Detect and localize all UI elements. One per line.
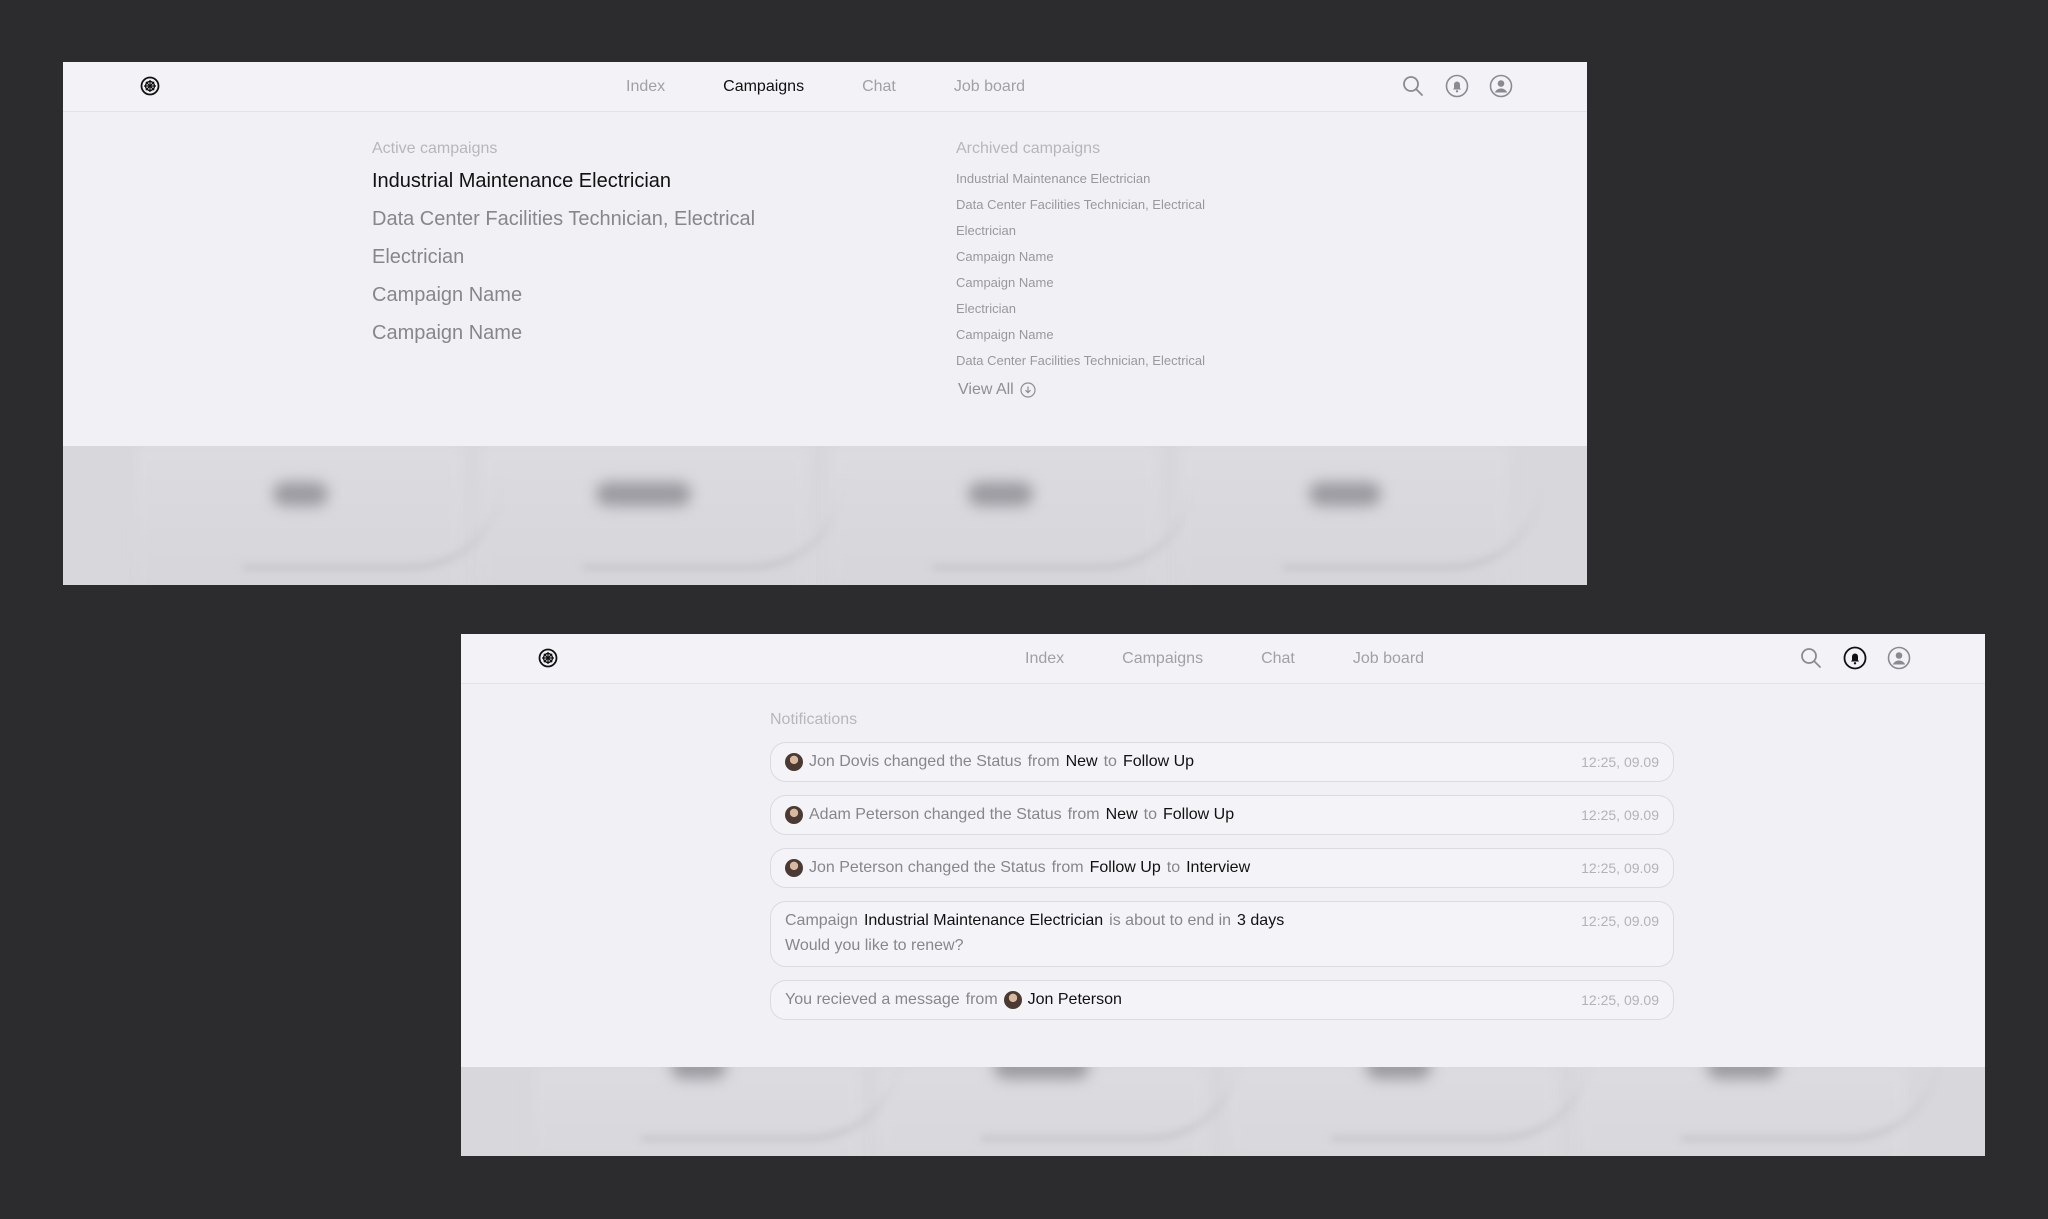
nav-index[interactable]: Index — [626, 78, 665, 96]
status-new: Follow Up — [1162, 806, 1235, 823]
notification-item[interactable]: Jon Peterson changed the Status from Fol… — [770, 848, 1674, 888]
archived-campaign-item[interactable]: Campaign Name — [956, 248, 1205, 274]
status-old: New — [1065, 753, 1098, 770]
nav-index[interactable]: Index — [1025, 650, 1064, 668]
active-campaign-item[interactable]: Campaign Name — [372, 320, 755, 358]
notifications-window: Index Campaigns Chat Job board Notificat… — [461, 634, 1985, 1156]
archived-campaign-item[interactable]: Campaign Name — [956, 326, 1205, 352]
archived-campaign-item[interactable]: Electrician — [956, 222, 1205, 248]
status-old: New — [1105, 806, 1138, 823]
notification-text: from — [1051, 859, 1084, 876]
notification-text: Adam Peterson changed the Status — [809, 806, 1062, 823]
notification-time: 12:25, 09.09 — [1581, 992, 1659, 1008]
user-icon[interactable] — [1887, 646, 1911, 670]
nav-chat[interactable]: Chat — [1261, 650, 1295, 668]
active-campaign-item[interactable]: Industrial Maintenance Electrician — [372, 168, 755, 206]
nav-campaigns[interactable]: Campaigns — [1122, 650, 1203, 668]
active-campaign-item[interactable]: Electrician — [372, 244, 755, 282]
notification-text: to — [1103, 753, 1117, 770]
nav-job-board[interactable]: Job board — [1353, 650, 1424, 668]
status-old: Follow Up — [1089, 859, 1161, 876]
notification-text: from — [1027, 753, 1060, 770]
days-remaining: 3 days — [1237, 912, 1285, 929]
bell-icon[interactable] — [1445, 74, 1469, 98]
notification-text: You recieved a message — [785, 991, 960, 1008]
notification-text: from — [1067, 806, 1100, 823]
active-campaign-item[interactable]: Data Center Facilities Technician, Elect… — [372, 206, 755, 244]
bell-icon[interactable] — [1843, 646, 1867, 670]
main-nav: Index Campaigns Chat Job board — [626, 62, 1083, 111]
header-icons — [1799, 646, 1911, 670]
notifications-title: Notifications — [770, 711, 858, 728]
status-new: Interview — [1186, 859, 1251, 876]
search-icon[interactable] — [1401, 74, 1425, 98]
notification-text: to — [1143, 806, 1157, 823]
notification-time: 12:25, 09.09 — [1581, 913, 1659, 929]
main-nav: Index Campaigns Chat Job board — [1025, 634, 1482, 683]
top-bar: Index Campaigns Chat Job board — [461, 634, 1985, 684]
avatar — [785, 753, 803, 771]
notification-time: 12:25, 09.09 — [1581, 860, 1659, 876]
notification-text: Jon Peterson changed the Status — [809, 859, 1046, 876]
archived-campaigns-title: Archived campaigns — [956, 140, 1101, 157]
notification-time: 12:25, 09.09 — [1581, 754, 1659, 770]
status-new: Follow Up — [1122, 753, 1195, 770]
notification-text: from — [965, 991, 998, 1008]
notification-item[interactable]: Campaign Industrial Maintenance Electric… — [770, 901, 1674, 967]
view-all-label: View All — [958, 381, 1014, 398]
renew-prompt: Would you like to renew? — [785, 937, 964, 954]
logo-icon[interactable] — [538, 648, 558, 668]
campaign-name: Industrial Maintenance Electrician — [863, 912, 1104, 929]
notification-text: is about to end in — [1109, 912, 1232, 929]
avatar — [1003, 991, 1022, 1009]
nav-chat[interactable]: Chat — [862, 78, 896, 96]
arrow-down-circle-icon — [1020, 382, 1036, 398]
notification-time: 12:25, 09.09 — [1581, 807, 1659, 823]
search-icon[interactable] — [1799, 646, 1823, 670]
archived-campaign-item[interactable]: Electrician — [956, 300, 1205, 326]
blurred-background-content — [461, 1067, 1985, 1156]
header-icons — [1401, 74, 1513, 98]
active-campaigns-list: Industrial Maintenance Electrician Data … — [372, 168, 755, 358]
archived-campaigns-list: Industrial Maintenance Electrician Data … — [956, 170, 1205, 378]
campaigns-window: Index Campaigns Chat Job board Active ca… — [63, 62, 1587, 585]
notification-text: to — [1166, 859, 1181, 876]
active-campaigns-title: Active campaigns — [372, 140, 498, 157]
nav-job-board[interactable]: Job board — [954, 78, 1025, 96]
nav-campaigns[interactable]: Campaigns — [723, 78, 804, 96]
logo-icon[interactable] — [140, 76, 160, 96]
archived-campaign-item[interactable]: Data Center Facilities Technician, Elect… — [956, 196, 1205, 222]
blurred-background-content — [63, 446, 1587, 585]
active-campaign-item[interactable]: Campaign Name — [372, 282, 755, 320]
avatar — [785, 859, 803, 877]
user-icon[interactable] — [1489, 74, 1513, 98]
notification-text: Campaign — [785, 912, 858, 929]
notification-item[interactable]: You recieved a message from Jon Peterson… — [770, 980, 1674, 1020]
top-bar: Index Campaigns Chat Job board — [63, 62, 1587, 112]
avatar — [785, 806, 803, 824]
notification-item[interactable]: Adam Peterson changed the Status from Ne… — [770, 795, 1674, 835]
notification-text: Jon Dovis changed the Status — [809, 753, 1022, 770]
archived-campaign-item[interactable]: Industrial Maintenance Electrician — [956, 170, 1205, 196]
notification-item[interactable]: Jon Dovis changed the Status from New to… — [770, 742, 1674, 782]
archived-campaign-item[interactable]: Campaign Name — [956, 274, 1205, 300]
view-all-button[interactable]: View All — [958, 381, 1036, 399]
sender-name: Jon Peterson — [1027, 991, 1122, 1008]
archived-campaign-item[interactable]: Data Center Facilities Technician, Elect… — [956, 352, 1205, 378]
